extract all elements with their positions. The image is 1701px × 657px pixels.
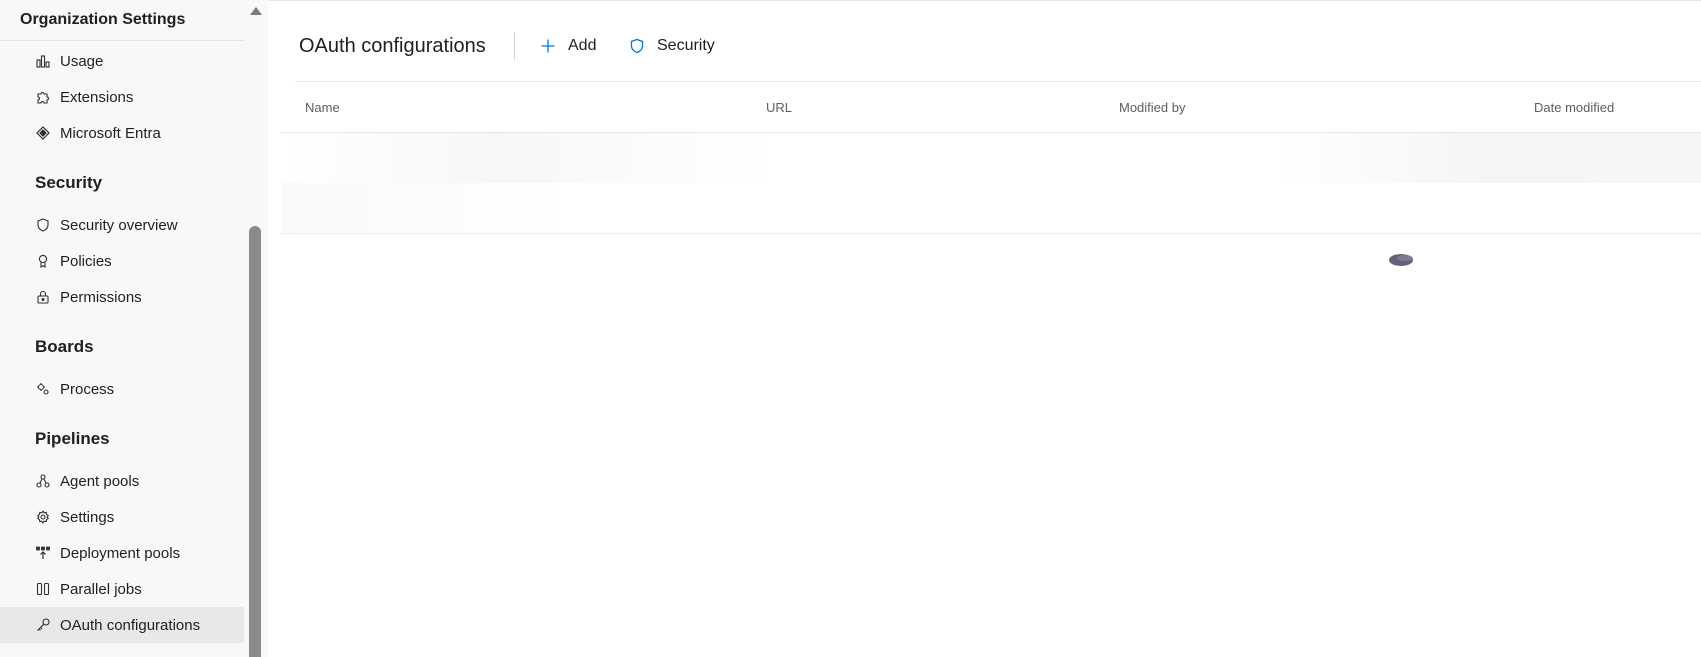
- section-title-boards: Boards: [35, 337, 94, 356]
- sidebar-item-microsoft-entra[interactable]: Microsoft Entra: [0, 115, 244, 151]
- deployment-pools-icon: [36, 546, 50, 560]
- table-top-divider: [295, 81, 1701, 82]
- sidebar-title: Organization Settings: [20, 11, 186, 28]
- sidebar-item-policies[interactable]: Policies: [0, 243, 244, 279]
- page-title: OAuth configurations: [299, 35, 486, 57]
- sidebar-item-label: Policies: [60, 252, 112, 270]
- command-bar-divider: [514, 32, 515, 60]
- sidebar-item-label: OAuth configurations: [60, 616, 201, 634]
- sidebar-item-oauth-configurations[interactable]: OAuth configurations: [0, 607, 244, 643]
- sidebar-item-extensions[interactable]: Extensions: [0, 79, 244, 115]
- sidebar-scrollbar-thumb[interactable]: [249, 226, 261, 657]
- sidebar-item-label: Deployment pools: [60, 544, 181, 562]
- section-title-security: Security: [35, 173, 103, 192]
- entra-icon: [36, 126, 50, 140]
- plus-icon: [540, 38, 556, 54]
- sidebar-item-label: Parallel jobs: [60, 580, 142, 598]
- process-icon: [36, 382, 50, 396]
- sidebar-item-permissions[interactable]: Permissions: [0, 279, 244, 315]
- sidebar-item-usage[interactable]: Usage: [0, 43, 244, 79]
- main-content: OAuth configurations Add Security Name U…: [268, 0, 1701, 657]
- sidebar-item-label: Usage: [60, 52, 104, 70]
- lock-icon: [36, 290, 50, 304]
- column-header-date-modified[interactable]: Date modified: [1534, 100, 1614, 115]
- sidebar-item-label: Settings: [60, 508, 115, 526]
- sidebar-item-agent-pools[interactable]: Agent pools: [0, 463, 244, 499]
- sidebar-item-label: Security overview: [60, 216, 178, 234]
- sidebar-item-security-overview[interactable]: Security overview: [0, 207, 244, 243]
- column-header-name[interactable]: Name: [305, 100, 340, 115]
- sidebar-item-label: Permissions: [60, 288, 142, 306]
- column-header-modified-by[interactable]: Modified by: [1119, 100, 1185, 115]
- loading-placeholder-row: [281, 133, 1701, 183]
- sidebar-item-label: Extensions: [60, 88, 134, 106]
- sidebar-item-label: Agent pools: [60, 472, 140, 490]
- sidebar-header: Organization Settings: [0, 0, 244, 41]
- sidebar-item-process[interactable]: Process: [0, 371, 244, 407]
- sidebar-item-label: Microsoft Entra: [60, 124, 161, 142]
- policy-icon: [36, 254, 50, 268]
- gear-icon: [36, 510, 50, 524]
- top-divider: [268, 0, 1701, 1]
- loading-placeholder-row: [281, 183, 1701, 234]
- usage-icon: [36, 54, 50, 68]
- sidebar-item-parallel-jobs[interactable]: Parallel jobs: [0, 571, 244, 607]
- add-button-label: Add: [568, 37, 597, 54]
- security-button[interactable]: Security: [629, 34, 715, 58]
- parallel-jobs-icon: [36, 582, 50, 596]
- loading-spinner-icon: [1386, 251, 1416, 269]
- section-title-pipelines: Pipelines: [35, 429, 110, 448]
- key-icon: [36, 618, 50, 632]
- scroll-up-arrow-icon[interactable]: [250, 7, 262, 15]
- sidebar-item-deployment-pools[interactable]: Deployment pools: [0, 535, 244, 571]
- add-button[interactable]: Add: [540, 34, 596, 58]
- column-header-url[interactable]: URL: [766, 100, 792, 115]
- security-button-label: Security: [657, 37, 715, 54]
- agent-pools-icon: [36, 474, 50, 488]
- shield-icon: [36, 218, 50, 232]
- extensions-icon: [36, 90, 50, 104]
- sidebar-item-label: Process: [60, 380, 115, 398]
- shield-icon: [629, 38, 645, 54]
- sidebar: Organization Settings Usage Extensions M…: [0, 0, 244, 657]
- sidebar-item-settings[interactable]: Settings: [0, 499, 244, 535]
